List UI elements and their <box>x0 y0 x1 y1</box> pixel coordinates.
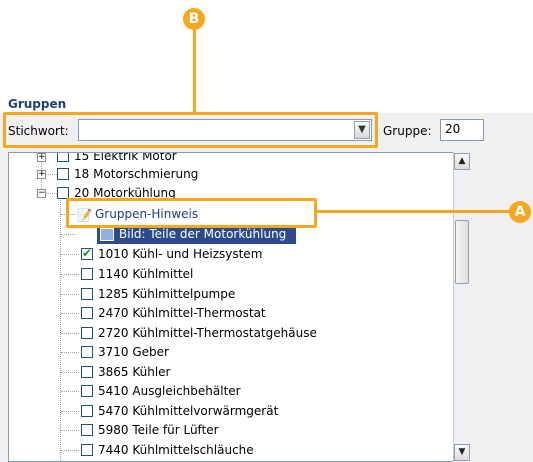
collapse-icon[interactable]: − <box>37 189 46 198</box>
expand-icon[interactable]: + <box>37 170 46 179</box>
callout-b-badge: B <box>183 8 205 30</box>
callout-a-badge: A <box>509 201 531 223</box>
checkbox[interactable] <box>81 346 93 358</box>
checkbox[interactable] <box>81 288 93 300</box>
panel-title: Gruppen <box>8 97 67 111</box>
group-input[interactable]: 20 <box>440 119 484 141</box>
image-icon <box>100 228 114 241</box>
checkbox[interactable] <box>81 444 93 456</box>
checkbox[interactable] <box>81 366 93 378</box>
checkbox[interactable] <box>81 424 93 436</box>
checkbox[interactable] <box>57 153 69 162</box>
tree-scrollbar[interactable]: ▲ ▼ <box>453 152 470 462</box>
scroll-down-icon[interactable]: ▼ <box>454 444 470 461</box>
checkbox-checked[interactable] <box>81 246 93 260</box>
callout-a-box <box>66 198 317 228</box>
callout-b-line <box>193 30 196 112</box>
checkbox[interactable] <box>81 307 93 319</box>
checkbox[interactable] <box>81 405 93 417</box>
scroll-up-icon[interactable]: ▲ <box>454 153 470 170</box>
scroll-thumb[interactable] <box>455 220 469 284</box>
expand-icon[interactable]: + <box>37 153 46 162</box>
checkbox[interactable] <box>81 385 93 397</box>
tree-item-selected[interactable]: Bild: Teile der Motorkühlung <box>97 226 296 244</box>
callout-a-line <box>315 210 510 213</box>
checkbox[interactable] <box>81 268 93 280</box>
checkbox[interactable] <box>57 168 69 180</box>
checkbox[interactable] <box>81 327 93 339</box>
group-label: Gruppe: <box>383 124 432 138</box>
callout-b-box <box>3 112 378 148</box>
